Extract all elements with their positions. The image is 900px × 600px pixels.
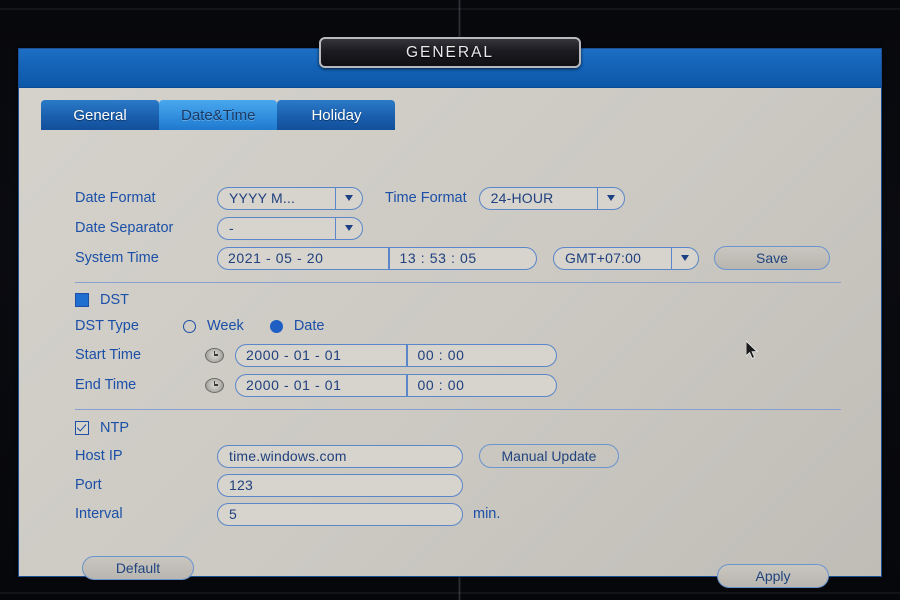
manual-update-button[interactable]: Manual Update [479, 444, 619, 468]
dst-checkbox[interactable] [75, 293, 89, 307]
time-format-value: 24-HOUR [490, 190, 554, 206]
timezone-value: GMT+07:00 [565, 250, 642, 266]
dst-type-radio-date[interactable] [269, 319, 283, 333]
row-host-ip: Host IP time.windows.com Manual Update [75, 444, 619, 468]
system-time-clock-value[interactable]: 13 : 53 : 05 [390, 250, 487, 266]
end-time-clock-value[interactable]: 00 : 00 [408, 377, 475, 393]
tab-holiday[interactable]: Holiday [277, 100, 396, 130]
chevron-down-icon[interactable] [671, 247, 698, 269]
save-button[interactable]: Save [714, 246, 830, 270]
timezone-select[interactable]: GMT+07:00 [553, 246, 699, 270]
row-dst-type: DST Type Week Date [75, 314, 324, 338]
date-separator-value: - [229, 220, 234, 236]
port-label: Port [75, 477, 102, 493]
row-ntp-toggle: NTP [75, 416, 129, 440]
row-date-separator: Date Separator - [75, 216, 363, 240]
dst-type-label: DST Type [75, 318, 139, 334]
chevron-down-icon[interactable] [335, 217, 362, 239]
tab-general-label: General [73, 106, 127, 124]
tab-holiday-label: Holiday [311, 106, 362, 124]
dst-type-week-label: Week [207, 318, 244, 334]
date-separator-select[interactable]: - [217, 216, 363, 240]
date-separator-label: Date Separator [75, 220, 174, 236]
divider-ntp [75, 409, 841, 410]
clock-icon[interactable] [205, 377, 224, 393]
apply-button-label: Apply [755, 568, 791, 584]
host-ip-label: Host IP [75, 448, 123, 464]
host-ip-input[interactable]: time.windows.com [217, 444, 463, 468]
dst-checkbox-label: DST [100, 292, 129, 308]
tab-general[interactable]: General [41, 100, 159, 130]
system-time-date-value[interactable]: 2021 - 05 - 20 [218, 250, 388, 266]
time-format-select[interactable]: 24-HOUR [478, 186, 625, 210]
ntp-checkbox-label: NTP [100, 420, 129, 436]
chevron-down-icon[interactable] [596, 187, 624, 209]
start-time-label: Start Time [75, 347, 142, 363]
row-dst-start-time: Start Time 2000 - 01 - 01 00 : 00 [75, 343, 557, 367]
port-input[interactable]: 123 [217, 473, 463, 497]
row-dst-toggle: DST [75, 288, 129, 312]
date-format-select[interactable]: YYYY M... [217, 186, 363, 210]
port-value: 123 [229, 477, 253, 493]
clock-icon[interactable] [205, 347, 224, 363]
window-title-plate: GENERAL [319, 37, 581, 68]
row-system-time: System Time 2021 - 05 - 20 13 : 53 : 05 … [75, 246, 830, 270]
end-time-date-value[interactable]: 2000 - 01 - 01 [236, 377, 406, 393]
page-title: GENERAL [405, 43, 495, 61]
background-horizontal-line-top [0, 8, 900, 10]
default-button-label: Default [115, 560, 161, 576]
tab-bar: General Date&Time Holiday [41, 100, 396, 130]
tab-date-time[interactable]: Date&Time [159, 100, 278, 130]
general-settings-window: GENERAL General Date&Time Holiday Date F… [18, 37, 882, 588]
time-format-label: Time Format [385, 190, 467, 206]
dst-type-date-label: Date [293, 318, 325, 334]
system-time-label: System Time [75, 250, 159, 266]
dst-type-radio-week[interactable] [183, 319, 196, 333]
system-time-field[interactable]: 2021 - 05 - 20 13 : 53 : 05 [217, 246, 537, 270]
interval-label: Interval [75, 506, 123, 522]
interval-value: 5 [229, 506, 237, 522]
date-format-label: Date Format [75, 190, 156, 206]
tab-date-time-label: Date&Time [181, 106, 256, 124]
background-horizontal-line-bottom [0, 592, 900, 594]
window-body: General Date&Time Holiday Date Format YY… [19, 88, 881, 588]
row-date-format: Date Format YYYY M... Time Format 24-HOU… [75, 186, 625, 210]
window-title-bar: GENERAL [19, 37, 881, 88]
apply-button[interactable]: Apply [717, 564, 829, 588]
start-time-field[interactable]: 2000 - 01 - 01 00 : 00 [235, 343, 557, 367]
start-time-date-value[interactable]: 2000 - 01 - 01 [236, 347, 406, 363]
save-button-label: Save [756, 250, 788, 266]
end-time-field[interactable]: 2000 - 01 - 01 00 : 00 [235, 373, 557, 397]
manual-update-label: Manual Update [501, 448, 597, 464]
row-port: Port 123 [75, 473, 463, 497]
row-interval: Interval 5 min. [75, 502, 500, 526]
host-ip-value: time.windows.com [229, 448, 347, 464]
row-dst-end-time: End Time 2000 - 01 - 01 00 : 00 [75, 373, 557, 397]
end-time-label: End Time [75, 377, 137, 393]
screen: GENERAL General Date&Time Holiday Date F… [0, 0, 900, 600]
chevron-down-icon[interactable] [335, 187, 362, 209]
start-time-clock-value[interactable]: 00 : 00 [408, 347, 475, 363]
interval-unit-label: min. [473, 506, 501, 522]
date-format-value: YYYY M... [229, 190, 296, 206]
divider-dst [75, 282, 841, 283]
interval-input[interactable]: 5 [217, 502, 463, 526]
default-button[interactable]: Default [82, 556, 194, 580]
ntp-checkbox[interactable] [75, 421, 89, 435]
